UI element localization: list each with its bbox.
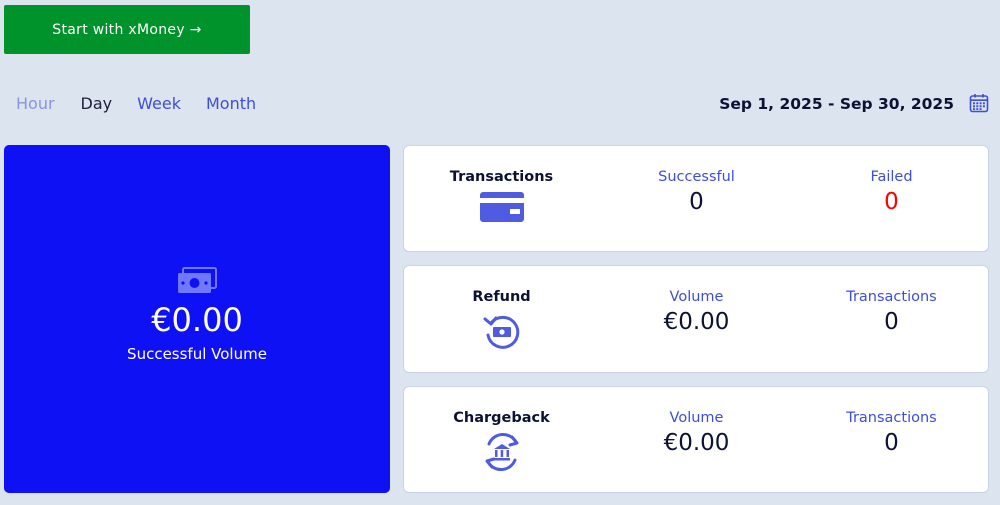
tab-week[interactable]: Week: [137, 94, 181, 113]
failed-label: Failed: [870, 169, 913, 185]
successful-volume-label: Successful Volume: [127, 345, 267, 363]
chargeback-card: Chargeback Volume €0.00 Transactions 0: [403, 386, 989, 493]
transactions-title: Transactions: [449, 169, 554, 185]
tab-month[interactable]: Month: [206, 94, 256, 113]
chargeback-volume-column: Volume €0.00: [599, 387, 794, 492]
refund-card: Refund Volume €0.00 Transactions 0: [403, 265, 989, 373]
date-range: Sep 1, 2025 - Sep 30, 2025: [719, 95, 954, 113]
start-with-xmoney-button[interactable]: Start with xMoney →: [4, 5, 250, 54]
successful-volume-amount: €0.00: [151, 301, 243, 339]
successful-column: Successful 0: [599, 146, 794, 251]
successful-label: Successful: [658, 169, 735, 185]
refund-transactions-value: 0: [884, 309, 899, 335]
successful-volume-card: €0.00 Successful Volume: [4, 145, 390, 493]
bank-cycle-icon: [485, 432, 518, 472]
refund-volume-column: Volume €0.00: [599, 266, 794, 372]
chargeback-title: Chargeback: [453, 410, 550, 426]
successful-value: 0: [689, 189, 704, 215]
transactions-card: Transactions Successful 0 Failed 0: [403, 145, 989, 252]
dashboard: Start with xMoney → Hour Day Week Month …: [0, 0, 1000, 505]
tab-hour[interactable]: Hour: [16, 94, 55, 113]
transactions-title-column: Transactions: [404, 146, 599, 251]
chargeback-volume-label: Volume: [669, 410, 724, 426]
refund-volume-label: Volume: [669, 289, 724, 305]
chargeback-transactions-value: 0: [884, 430, 899, 456]
tab-day[interactable]: Day: [81, 94, 113, 113]
refund-icon: [483, 315, 519, 349]
chargeback-title-column: Chargeback: [404, 387, 599, 492]
failed-value: 0: [884, 189, 899, 215]
refund-title: Refund: [472, 289, 531, 305]
chargeback-transactions-column: Transactions 0: [794, 387, 989, 492]
calendar-icon[interactable]: [969, 93, 989, 113]
chargeback-volume-value: €0.00: [663, 430, 730, 456]
refund-transactions-column: Transactions 0: [794, 266, 989, 372]
failed-column: Failed 0: [794, 146, 989, 251]
cash-icon: [178, 267, 217, 293]
period-tabs: Hour Day Week Month: [16, 94, 256, 113]
refund-transactions-label: Transactions: [846, 289, 937, 305]
credit-card-icon: [479, 192, 524, 222]
chargeback-transactions-label: Transactions: [846, 410, 937, 426]
refund-volume-value: €0.00: [663, 309, 730, 335]
refund-title-column: Refund: [404, 266, 599, 372]
